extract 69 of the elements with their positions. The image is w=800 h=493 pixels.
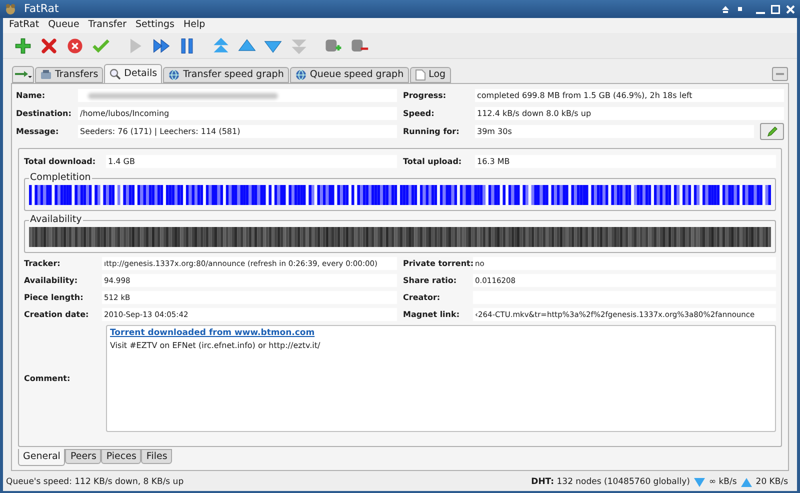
comment-box[interactable]: Torrent downloaded from www.btmon.com Visit #EZTV on EFNet (irc.efnet.info) or http://eztv.it/ (106, 325, 776, 432)
download-limit: ∞ kB/s (708, 476, 737, 489)
pin-icon[interactable] (721, 4, 730, 14)
down-arrow-icon (694, 478, 705, 487)
globe-icon (294, 69, 307, 81)
stop-circle-icon (65, 36, 85, 56)
field-label: Comment: (24, 372, 72, 384)
menu-item[interactable]: FatRat (9, 18, 40, 33)
field-label: Magnet link: (403, 308, 461, 320)
collapse-button[interactable] (772, 67, 788, 81)
rat-logo-icon (5, 3, 16, 15)
edit-button[interactable] (760, 123, 784, 140)
field-label: Message: (16, 126, 60, 138)
menu-item[interactable]: Help (183, 18, 206, 33)
arrow-caret-icon (14, 70, 32, 78)
field-label: Destination: (16, 108, 72, 120)
field-label: Piece length: (24, 292, 84, 304)
field-label: Private torrent: (403, 258, 473, 270)
field-label: Total upload: (403, 156, 463, 168)
window-title: FatRat (24, 0, 59, 17)
field-label: Name: (16, 90, 46, 102)
group-title: Completition (29, 172, 92, 184)
double-up-icon (211, 36, 231, 56)
menu-item[interactable]: Settings (136, 18, 174, 33)
field-label: Total download: (24, 156, 97, 168)
tab[interactable]: Transfer speed graph (163, 67, 289, 83)
field-value: 39m 30s (475, 125, 754, 138)
field-value: completed 699.8 MB from 1.5 GB (46.9%), 2h 18s left (475, 89, 784, 102)
field-label: Running for: (403, 126, 460, 138)
field-label: Progress: (403, 90, 448, 102)
queue-speed-text: Queue's speed: 112 KB/s down, 8 KB/s up (6, 476, 184, 489)
up-arrow-icon (740, 478, 752, 487)
tab[interactable]: Peers (65, 449, 102, 464)
close-icon[interactable] (786, 4, 795, 14)
drive-icon (40, 69, 52, 81)
field-label: Speed: (403, 108, 436, 120)
menu-item[interactable]: Queue (48, 18, 80, 33)
field-label: Creation date: (24, 308, 90, 320)
field-value: 16.3 MB (475, 155, 776, 168)
field-value: 1.4 GB (106, 155, 397, 168)
field-label: Share ratio: (403, 274, 458, 286)
field-value: 112.4 kB/s down 8.0 kB/s up (475, 107, 784, 120)
page-icon (414, 69, 426, 81)
globe-icon (168, 69, 180, 81)
field-label: Creator: (403, 292, 442, 304)
tab[interactable]: Transfers (35, 67, 104, 83)
dht-status: DHT: 132 nodes (10485760 globally) (531, 476, 690, 489)
tab[interactable]: General (18, 449, 66, 466)
tab[interactable]: Log (410, 67, 451, 83)
tab[interactable]: Files (141, 449, 172, 464)
comment-text: Visit #EZTV on EFNet (irc.efnet.info) or http://eztv.it/ (110, 340, 320, 352)
maximize-icon[interactable] (771, 4, 780, 14)
group-title: Availability (29, 214, 83, 226)
tab[interactable]: Pieces (101, 449, 142, 464)
tab[interactable]: Details (104, 64, 162, 83)
upload-limit: 20 KB/s (756, 476, 788, 489)
dropdown-button[interactable] (12, 66, 34, 83)
field-label: Tracker: (24, 258, 62, 270)
minus-icon (776, 73, 784, 75)
plus-icon (13, 36, 33, 56)
field-value: /home/lubos/Incoming (78, 107, 397, 120)
close-icon (39, 36, 59, 56)
comment-link[interactable]: Torrent downloaded from www.btmon.com (110, 327, 315, 340)
menu-item[interactable]: Transfer (88, 18, 126, 33)
field-label: Availability: (24, 274, 79, 286)
tab[interactable]: Queue speed graph (290, 67, 409, 83)
pencil-icon (766, 126, 778, 138)
field-value: Seeders: 76 (171) | Leechers: 114 (581) (78, 125, 397, 138)
magnifier-icon (109, 68, 122, 80)
